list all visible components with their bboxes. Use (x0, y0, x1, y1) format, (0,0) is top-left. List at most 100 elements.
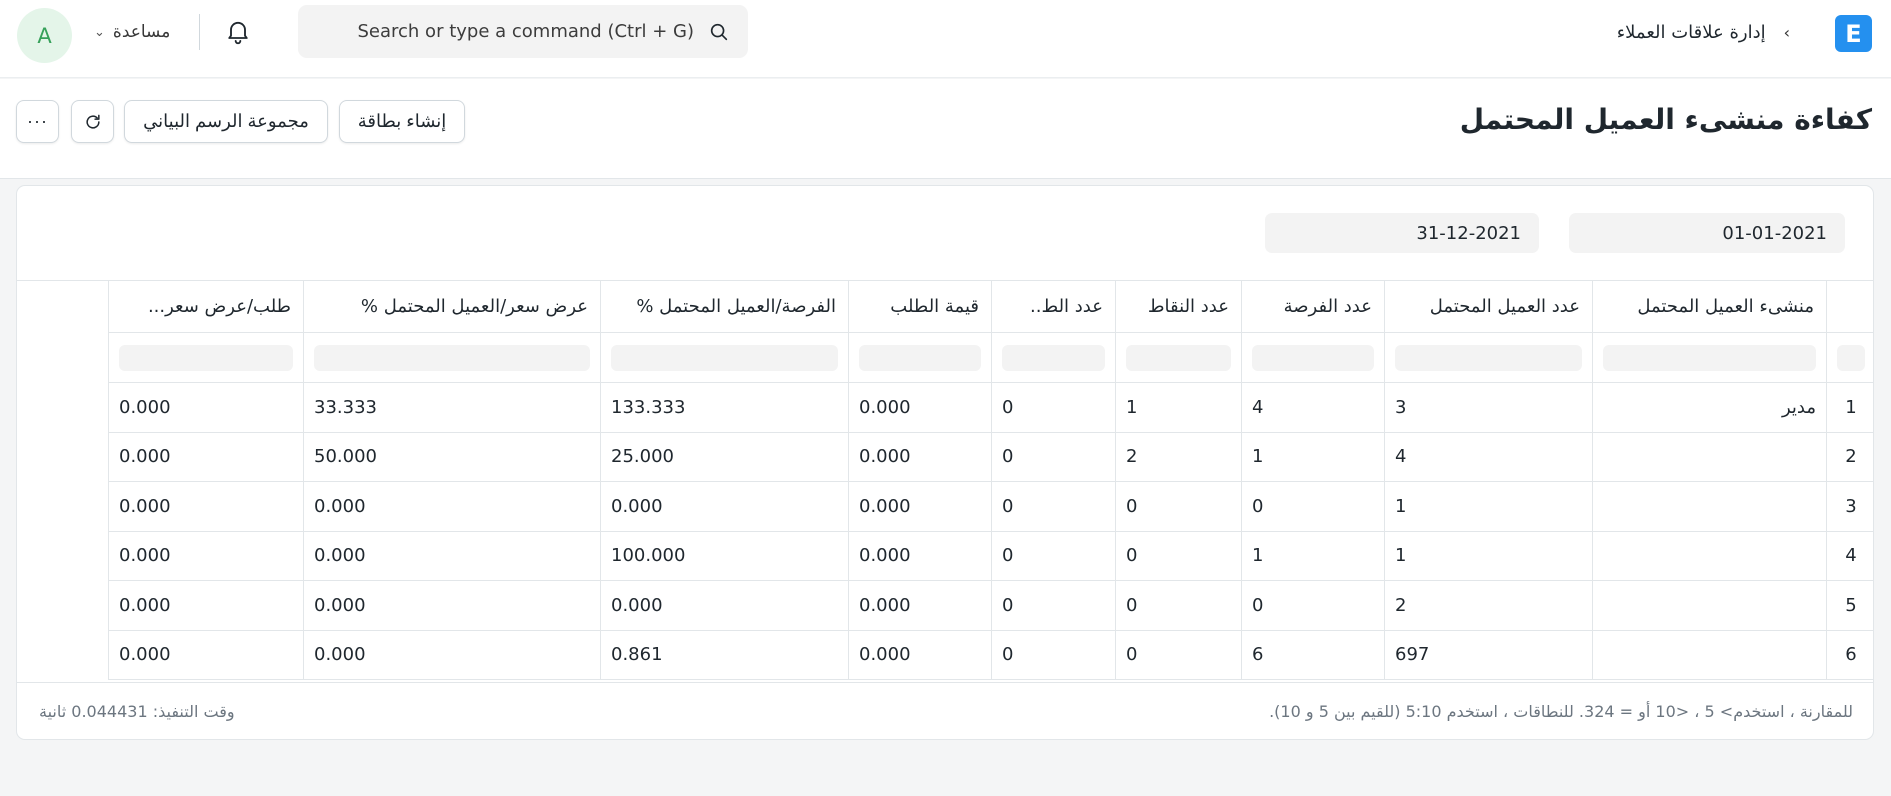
cell-order-count[interactable]: 0 (991, 431, 1116, 482)
create-card-button[interactable]: إنشاء بطاقة (339, 100, 465, 143)
cell-quot-lead[interactable]: 0.000 (303, 580, 601, 631)
cell-quot-lead[interactable]: 33.333 (303, 382, 601, 433)
cell-quot-lead[interactable]: 0.000 (303, 530, 601, 581)
column-filter-input[interactable] (119, 344, 293, 371)
cell-quot-count[interactable]: 0 (1115, 530, 1242, 581)
cell-owner[interactable] (1592, 580, 1827, 631)
cell-order-count[interactable]: 0 (991, 481, 1116, 532)
column-header-order-count[interactable]: عدد الط.. (991, 280, 1116, 333)
cell-lead-count[interactable]: 4 (1384, 431, 1593, 482)
cell-quot-count[interactable]: 0 (1115, 481, 1242, 532)
cell-owner[interactable] (1592, 431, 1827, 482)
cell-opp-lead[interactable]: 25.000 (600, 431, 849, 482)
cell-opp-count[interactable]: 1 (1241, 530, 1385, 581)
cell-quot-count[interactable]: 2 (1115, 431, 1242, 482)
search-bar[interactable]: Search or type a command (Ctrl + G) (298, 5, 748, 58)
user-avatar[interactable]: A (17, 8, 72, 63)
navbar-divider (199, 14, 200, 50)
cell-quot-lead[interactable]: 50.000 (303, 431, 601, 482)
cell-order-count[interactable]: 0 (991, 382, 1116, 433)
column-filter-input[interactable] (611, 344, 838, 371)
cell-order-value[interactable]: 0.000 (848, 481, 992, 532)
column-header-order-quotation[interactable]: طلب/عرض سعر... (108, 280, 304, 333)
cell-order-value[interactable]: 0.000 (848, 629, 992, 680)
filter-cell (1241, 332, 1385, 383)
app-logo[interactable]: E (1835, 15, 1872, 52)
cell-lead-count[interactable]: 3 (1384, 382, 1593, 433)
column-header-opportunity-count[interactable]: عدد الفرصة (1241, 280, 1385, 333)
column-filter-input[interactable] (1002, 344, 1105, 371)
column-filter-input[interactable] (1252, 344, 1374, 371)
table-row[interactable]: 6 697 6 0 0 0.000 0.861 0.000 0.000 (108, 629, 1873, 680)
cell-owner[interactable] (1592, 530, 1827, 581)
cell-order-quot[interactable]: 0.000 (108, 431, 304, 482)
cell-owner[interactable] (1592, 481, 1827, 532)
cell-order-quot[interactable]: 0.000 (108, 629, 304, 680)
cell-opp-count[interactable]: 0 (1241, 580, 1385, 631)
cell-opp-count[interactable]: 6 (1241, 629, 1385, 680)
cell-lead-count[interactable]: 1 (1384, 481, 1593, 532)
cell-opp-lead[interactable]: 100.000 (600, 530, 849, 581)
cell-order-count[interactable]: 0 (991, 580, 1116, 631)
execution-time: وقت التنفيذ: 0.044431 ثانية (39, 702, 235, 721)
column-filter-input[interactable] (859, 344, 981, 371)
cell-lead-count[interactable]: 697 (1384, 629, 1593, 680)
cell-owner[interactable] (1592, 629, 1827, 680)
column-header-lead-owner[interactable]: منشىء العميل المحتمل (1592, 280, 1827, 333)
column-filter-input[interactable] (1837, 344, 1865, 371)
cell-order-quot[interactable]: 0.000 (108, 382, 304, 433)
cell-order-value[interactable]: 0.000 (848, 530, 992, 581)
cell-order-count[interactable]: 0 (991, 530, 1116, 581)
cell-opp-count[interactable]: 0 (1241, 481, 1385, 532)
cell-opp-lead[interactable]: 0.000 (600, 481, 849, 532)
cell-quot-count[interactable]: 0 (1115, 629, 1242, 680)
report-footer: للمقارنة ، استخدم> 5 ، <10 أو = 324. للن… (17, 682, 1873, 739)
cell-quot-count[interactable]: 0 (1115, 580, 1242, 631)
breadcrumb-crm-link[interactable]: إدارة علاقات العملاء (1617, 22, 1766, 43)
column-header-order-value[interactable]: قيمة الطلب (848, 280, 992, 333)
table-row[interactable]: 1 مدير 3 4 1 0 0.000 133.333 33.333 0.000 (108, 382, 1873, 433)
table-row[interactable]: 3 1 0 0 0 0.000 0.000 0.000 0.000 (108, 481, 1873, 532)
cell-quot-count[interactable]: 1 (1115, 382, 1242, 433)
refresh-button[interactable] (71, 100, 114, 143)
cell-order-value[interactable]: 0.000 (848, 431, 992, 482)
cell-order-value[interactable]: 0.000 (848, 382, 992, 433)
cell-opp-lead[interactable]: 133.333 (600, 382, 849, 433)
column-filter-input[interactable] (1126, 344, 1231, 371)
cell-order-quot[interactable]: 0.000 (108, 530, 304, 581)
table-row[interactable]: 2 4 1 2 0 0.000 25.000 50.000 0.000 (108, 431, 1873, 482)
column-header-lead-count[interactable]: عدد العميل المحتمل (1384, 280, 1593, 333)
filter-cell (991, 332, 1116, 383)
cell-opp-count[interactable]: 1 (1241, 431, 1385, 482)
cell-lead-count[interactable]: 1 (1384, 530, 1593, 581)
column-header-quotation-lead-pct[interactable]: عرض سعر/العميل المحتمل % (303, 280, 601, 333)
cell-quot-lead[interactable]: 0.000 (303, 481, 601, 532)
to-date-filter[interactable]: 31-12-2021 (1265, 213, 1539, 253)
table-row[interactable]: 4 1 1 0 0 0.000 100.000 0.000 0.000 (108, 530, 1873, 581)
cell-opp-count[interactable]: 4 (1241, 382, 1385, 433)
column-header-index (1826, 280, 1873, 333)
cell-opp-lead[interactable]: 0.861 (600, 629, 849, 680)
cell-order-count[interactable]: 0 (991, 629, 1116, 680)
help-menu[interactable]: ⌄ مساعدة (94, 18, 170, 46)
cell-owner[interactable]: مدير (1592, 382, 1827, 433)
column-filter-input[interactable] (1395, 344, 1582, 371)
notification-bell-icon[interactable] (224, 16, 252, 46)
cell-quot-lead[interactable]: 0.000 (303, 629, 601, 680)
chart-group-button[interactable]: مجموعة الرسم البياني (124, 100, 328, 143)
cell-order-quot[interactable]: 0.000 (108, 580, 304, 631)
column-header-quotation-count[interactable]: عدد النقاط (1115, 280, 1242, 333)
cell-lead-count[interactable]: 2 (1384, 580, 1593, 631)
cell-idx: 5 (1826, 580, 1873, 631)
cell-order-quot[interactable]: 0.000 (108, 481, 304, 532)
cell-opp-lead[interactable]: 0.000 (600, 580, 849, 631)
filter-cell (108, 332, 304, 383)
column-header-opportunity-lead-pct[interactable]: الفرصة/العميل المحتمل % (600, 280, 849, 333)
from-date-filter[interactable]: 01-01-2021 (1569, 213, 1845, 253)
table-row[interactable]: 5 2 0 0 0 0.000 0.000 0.000 0.000 (108, 580, 1873, 631)
more-actions-button[interactable]: ··· (16, 100, 59, 143)
column-filter-input[interactable] (1603, 344, 1816, 371)
report-panel: 01-01-2021 31-12-2021 منشىء العميل المحت… (16, 185, 1874, 740)
cell-order-value[interactable]: 0.000 (848, 580, 992, 631)
column-filter-input[interactable] (314, 344, 590, 371)
